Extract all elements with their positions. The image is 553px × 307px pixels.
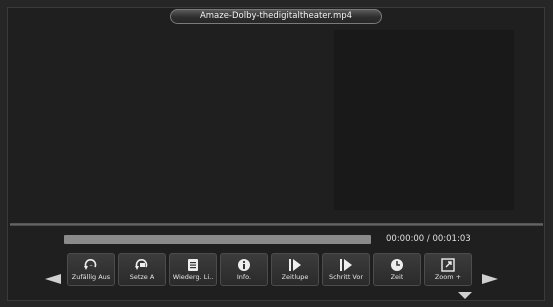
playlist-icon	[188, 258, 198, 271]
scroll-down-icon[interactable]	[458, 292, 472, 299]
control-bar: ~ Zufällig Aus Setze A Wiederg. Li.. Inf…	[67, 253, 472, 287]
shuffle-off-icon: ~	[84, 258, 97, 270]
slow-motion-button[interactable]: Zeitlupe	[271, 253, 319, 286]
current-time: 00:00:00	[386, 234, 425, 244]
scroll-left-icon[interactable]	[45, 274, 61, 284]
svg-text:~: ~	[89, 263, 92, 268]
repeat-ab-icon	[135, 258, 148, 270]
video-preview	[334, 30, 514, 210]
set-a-label: Setze A	[129, 273, 155, 281]
step-forward-label: Schritt Vor	[328, 273, 364, 281]
info-icon	[238, 258, 250, 271]
time-label: Zeit	[390, 273, 404, 281]
zoom-in-icon	[441, 257, 455, 272]
info-button[interactable]: Info.	[220, 253, 268, 286]
info-label: Info.	[236, 273, 252, 281]
control-panel-divider	[10, 223, 543, 226]
clock-icon	[391, 258, 403, 271]
window-title: Amaze-Dolby-thedigitaltheater.mp4	[170, 9, 382, 24]
zoom-in-label: Zoom +	[434, 273, 462, 281]
scroll-right-icon[interactable]	[482, 274, 498, 284]
set-a-button[interactable]: Setze A	[118, 253, 166, 286]
time-readout: 00:00:00 / 00:01:03	[386, 234, 471, 244]
time-separator: /	[426, 234, 430, 244]
slow-motion-label: Zeitlupe	[281, 273, 309, 281]
shuffle-button[interactable]: ~ Zufällig Aus	[67, 253, 115, 286]
time-button[interactable]: Zeit	[373, 253, 421, 286]
zoom-in-button[interactable]: Zoom +	[424, 253, 472, 286]
playlist-label: Wiederg. Li..	[172, 273, 214, 281]
seek-bar[interactable]	[64, 235, 371, 244]
total-duration: 00:01:03	[432, 234, 471, 244]
playlist-button[interactable]: Wiederg. Li..	[169, 253, 217, 286]
step-forward-icon	[340, 258, 352, 271]
step-forward-button[interactable]: Schritt Vor	[322, 253, 370, 286]
shuffle-label: Zufällig Aus	[71, 273, 111, 281]
slow-motion-icon	[289, 258, 301, 271]
